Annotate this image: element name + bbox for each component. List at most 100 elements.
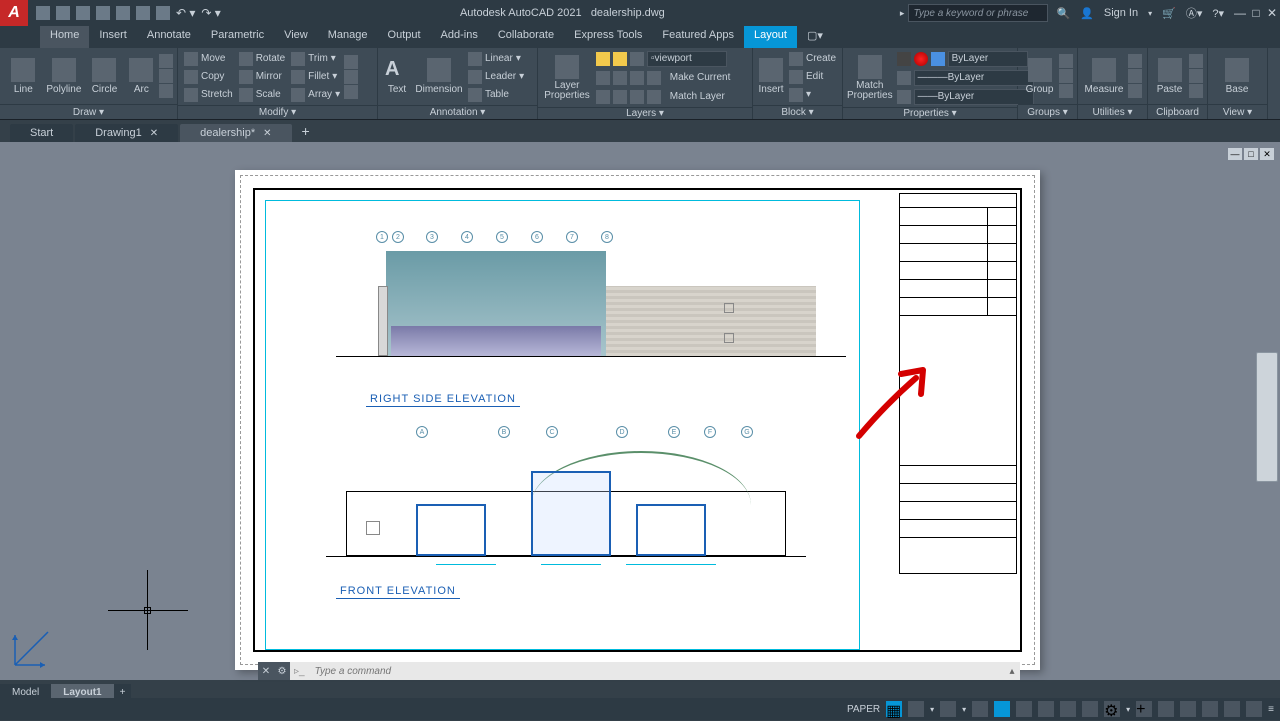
qat-open-icon[interactable] [56, 6, 70, 20]
drawing-canvas[interactable]: — □ ✕ 1 2 3 4 5 6 7 8 [0, 142, 1280, 680]
qat-redo-icon[interactable] [156, 6, 170, 20]
util-ico3[interactable] [1128, 84, 1142, 98]
status-isolate-icon[interactable] [1202, 701, 1218, 717]
mirror-button[interactable]: Mirror [237, 68, 287, 85]
trim-button[interactable]: Trim ▾ [289, 50, 342, 67]
panel-properties-title[interactable]: Properties ▾ [843, 107, 1017, 119]
leader-button[interactable]: Leader ▾ [466, 68, 526, 85]
status-annomonitor-icon[interactable] [1158, 701, 1174, 717]
doc-minimize-button[interactable]: — [1228, 148, 1242, 160]
qat-redo-arrow[interactable]: ↷ ▾ [201, 6, 220, 20]
block-edit-button[interactable]: Edit [787, 68, 838, 85]
add-tab-button[interactable]: + [294, 120, 318, 142]
tab-output[interactable]: Output [378, 26, 431, 48]
group-ico3[interactable] [1059, 84, 1073, 98]
move-button[interactable]: Move [182, 50, 235, 67]
match-properties-button[interactable]: Match Properties [847, 52, 893, 104]
panel-clipboard-title[interactable]: Clipboard [1148, 104, 1207, 119]
layout-viewport[interactable]: 1 2 3 4 5 6 7 8 RIGHT SIDE ELEVATION [265, 200, 860, 650]
dimension-button[interactable]: Dimension [414, 51, 464, 103]
panel-annotation-title[interactable]: Annotation ▾ [378, 105, 537, 119]
match-layer-button[interactable]: Match Layer [594, 88, 732, 105]
panel-view-title[interactable]: View ▾ [1208, 104, 1267, 119]
cmdline-close-icon[interactable]: ✕ [258, 662, 274, 680]
status-snap-icon[interactable] [908, 701, 924, 717]
layer-dropdown[interactable]: ▫ viewport [647, 51, 727, 67]
circle-button[interactable]: Circle [85, 50, 124, 102]
doc-maximize-button[interactable]: □ [1244, 148, 1258, 160]
paste-button[interactable]: Paste [1152, 50, 1187, 102]
layer-state1-icon[interactable] [596, 52, 610, 66]
stretch-button[interactable]: Stretch [182, 86, 235, 103]
modify-extra1-icon[interactable] [344, 55, 358, 69]
status-transparency-icon[interactable] [1060, 701, 1076, 717]
qat-new-icon[interactable] [36, 6, 50, 20]
fillet-button[interactable]: Fillet ▾ [289, 68, 342, 85]
command-input[interactable] [309, 666, 1004, 677]
linetype-dropdown[interactable]: ——— ByLayer [914, 70, 1034, 86]
qat-plot-icon[interactable] [116, 6, 130, 20]
array-button[interactable]: Array ▾ [289, 86, 342, 103]
status-osnap-icon[interactable] [994, 701, 1010, 717]
qat-saveas-icon[interactable] [96, 6, 110, 20]
panel-block-title[interactable]: Block ▾ [753, 105, 842, 119]
maximize-button[interactable]: □ [1248, 6, 1264, 20]
clip-ico3[interactable] [1189, 84, 1203, 98]
tab-collaborate[interactable]: Collaborate [488, 26, 564, 48]
base-button[interactable]: Base [1212, 50, 1262, 102]
tab-addins[interactable]: Add-ins [431, 26, 488, 48]
status-clean-icon[interactable] [1246, 701, 1262, 717]
search-icon[interactable]: 🔍 [1056, 7, 1070, 20]
block-attr-button[interactable]: ▾ [787, 86, 838, 103]
user-icon[interactable]: 👤 [1080, 7, 1094, 20]
line-button[interactable]: Line [4, 50, 43, 102]
arc-button[interactable]: Arc [126, 50, 157, 102]
block-create-button[interactable]: Create [787, 50, 838, 67]
text-button[interactable]: AText [382, 51, 412, 103]
draw-extra3-icon[interactable] [159, 84, 173, 98]
filetab-drawing1[interactable]: Drawing1✕ [75, 124, 178, 142]
status-otrack-icon[interactable] [1016, 701, 1032, 717]
clip-ico2[interactable] [1189, 69, 1203, 83]
qat-undo-icon[interactable] [136, 6, 150, 20]
layer-properties-button[interactable]: Layer Properties [542, 52, 592, 104]
rotate-button[interactable]: Rotate [237, 50, 287, 67]
minimize-button[interactable]: — [1232, 6, 1248, 20]
color-swatch[interactable] [931, 52, 945, 66]
util-ico1[interactable] [1128, 54, 1142, 68]
scale-button[interactable]: Scale [237, 86, 287, 103]
group-button[interactable]: Group [1022, 50, 1057, 102]
table-button[interactable]: Table [466, 86, 526, 103]
status-ortho-icon[interactable] [940, 701, 956, 717]
tab-view[interactable]: View [274, 26, 318, 48]
tab-parametric[interactable]: Parametric [201, 26, 274, 48]
status-paper[interactable]: PAPER [847, 704, 880, 715]
copy-button[interactable]: Copy [182, 68, 235, 85]
status-grid-icon[interactable]: ▦ [886, 701, 902, 717]
prop-ico1[interactable] [897, 52, 911, 66]
clip-ico1[interactable] [1189, 54, 1203, 68]
navigation-bar[interactable] [1256, 352, 1278, 482]
app-logo[interactable]: A [0, 0, 28, 26]
status-units-icon[interactable] [1180, 701, 1196, 717]
make-current-button[interactable]: Make Current [594, 69, 732, 86]
tab-expresstools[interactable]: Express Tools [564, 26, 652, 48]
qat-undo-arrow[interactable]: ↶ ▾ [176, 6, 195, 20]
modify-extra3-icon[interactable] [344, 85, 358, 99]
panel-layers-title[interactable]: Layers ▾ [538, 107, 752, 119]
lineweight-dropdown[interactable]: —— ByLayer [914, 89, 1034, 105]
status-lwt-icon[interactable] [1038, 701, 1054, 717]
filetab-start[interactable]: Start [10, 124, 73, 142]
tab-featuredapps[interactable]: Featured Apps [652, 26, 744, 48]
status-annoscale-icon[interactable]: ⚙ [1104, 701, 1120, 717]
close-icon[interactable]: ✕ [263, 128, 271, 139]
color-dropdown[interactable]: ByLayer [948, 51, 1028, 67]
lineweight-icon[interactable] [897, 90, 911, 104]
tab-home[interactable]: Home [40, 26, 89, 48]
draw-extra1-icon[interactable] [159, 54, 173, 68]
status-qp-icon[interactable] [1082, 701, 1098, 717]
panel-groups-title[interactable]: Groups ▾ [1018, 104, 1077, 119]
dropdown-icon[interactable]: ▾ [1148, 9, 1152, 18]
status-drop1[interactable]: ▾ [930, 705, 934, 714]
tab-insert[interactable]: Insert [89, 26, 137, 48]
